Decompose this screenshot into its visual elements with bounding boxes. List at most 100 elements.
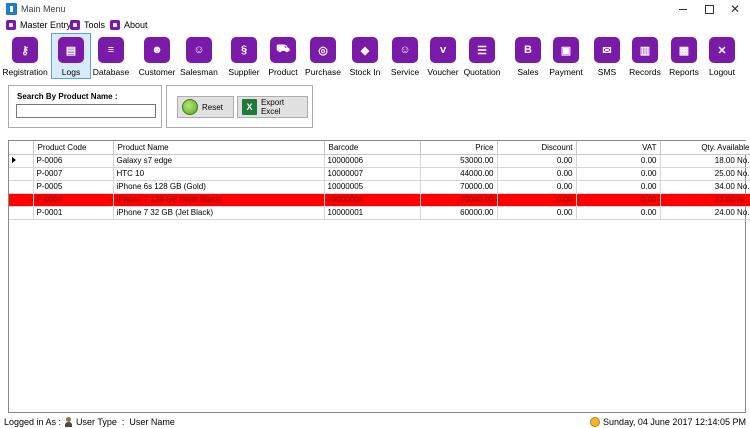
- cell-discount[interactable]: 0.00: [497, 154, 577, 168]
- cell-product-code[interactable]: P-0006: [33, 154, 114, 168]
- toolbar-button-salesman[interactable]: ☺ Salesman: [180, 34, 218, 78]
- cell-barcode[interactable]: 10000006: [324, 154, 421, 168]
- toolbar-button-label: Purchase: [305, 67, 341, 77]
- toolbar-button-customer[interactable]: ☻ Customer: [138, 34, 176, 78]
- cell-barcode[interactable]: 10000004: [324, 193, 421, 207]
- cell-barcode[interactable]: 10000007: [324, 167, 421, 181]
- toolbar-button-payment[interactable]: ▣ Payment: [547, 34, 585, 78]
- column-header-vat[interactable]: VAT: [576, 141, 661, 155]
- logged-in-label: Logged in As :: [4, 417, 62, 427]
- cell-qty-available[interactable]: 18.00 No.: [660, 154, 750, 168]
- row-header[interactable]: [9, 180, 34, 194]
- refresh-icon: [182, 99, 198, 115]
- cell-price[interactable]: 70000.00: [420, 180, 498, 194]
- toolbar-button-quotation[interactable]: ☰ Quotation: [463, 34, 501, 78]
- cell-vat[interactable]: 0.00: [576, 180, 661, 194]
- toolbar-button-supplier[interactable]: § Supplier: [225, 34, 263, 78]
- cell-barcode[interactable]: 10000005: [324, 180, 421, 194]
- cell-qty-available[interactable]: 13.00 No.: [660, 193, 750, 207]
- toolbar-button-label: Records: [629, 67, 661, 77]
- close-window-button[interactable]: ✕: [720, 0, 750, 18]
- column-header-barcode[interactable]: Barcode: [324, 141, 421, 155]
- reset-button[interactable]: Reset: [177, 96, 234, 118]
- toolbar-button-label: SMS: [597, 67, 617, 77]
- column-header-discount[interactable]: Discount: [497, 141, 577, 155]
- row-header[interactable]: [9, 206, 34, 220]
- cell-price[interactable]: 44000.00: [420, 167, 498, 181]
- export-button-label: Export Excel: [260, 98, 285, 116]
- toolbar-button-database[interactable]: ≡ Database: [92, 34, 130, 78]
- cell-product-name[interactable]: iPhone 7 128 GB (Matt Black): [113, 193, 325, 207]
- table-row[interactable]: P-0004 iPhone 7 128 GB (Matt Black) 100000…: [9, 193, 750, 207]
- column-header-product-code[interactable]: Product Code: [33, 141, 114, 155]
- cell-qty-available[interactable]: 34.00 No.: [660, 180, 750, 194]
- toolbar-button-voucher[interactable]: v Voucher: [424, 34, 462, 78]
- smiley-icon: ☺: [392, 37, 418, 63]
- toolbar-button-reports[interactable]: ▦ Reports: [665, 34, 703, 78]
- cell-discount[interactable]: 0.00: [497, 167, 577, 181]
- cell-vat[interactable]: 0.00: [576, 193, 661, 207]
- toolbar-button-product[interactable]: ⛟ Product: [264, 34, 302, 78]
- row-header[interactable]: [9, 193, 34, 207]
- cell-product-code[interactable]: P-0005: [33, 180, 114, 194]
- cell-product-code[interactable]: P-0001: [33, 206, 114, 220]
- cell-product-name[interactable]: iPhone 6s 128 GB (Gold): [113, 180, 325, 194]
- key-icon: ⚷: [12, 37, 38, 63]
- cell-product-name[interactable]: Galaxy s7 edge: [113, 154, 325, 168]
- cell-qty-available[interactable]: 25.00 No.: [660, 167, 750, 181]
- cell-price[interactable]: 60000.00: [420, 206, 498, 220]
- cell-discount[interactable]: 0.00: [497, 193, 577, 207]
- cell-price[interactable]: 53000.00: [420, 154, 498, 168]
- table-row[interactable]: P-0001 iPhone 7 32 GB (Jet Black) 10000001…: [9, 206, 750, 220]
- row-header[interactable]: [9, 154, 34, 168]
- clock-icon: [590, 417, 601, 427]
- toolbar-button-records[interactable]: ▥ Records: [626, 34, 664, 78]
- toolbar-button-service[interactable]: ☺ Service: [386, 34, 424, 78]
- column-header-price[interactable]: Price: [420, 141, 498, 155]
- toolbar-button-logs[interactable]: ▤ Logs: [51, 33, 91, 79]
- toolbar-button-label: Registration: [2, 67, 48, 77]
- toolbar-button-registration[interactable]: ⚷ Registration: [2, 34, 48, 78]
- toolbar-button-label: Payment: [549, 67, 583, 77]
- cell-barcode[interactable]: 10000001: [324, 206, 421, 220]
- voucher-icon: v: [430, 37, 456, 63]
- menu-about[interactable]: About: [110, 20, 148, 30]
- toolbar-button-logout[interactable]: ✕ Logout: [703, 34, 741, 78]
- row-header[interactable]: [9, 167, 34, 181]
- cell-qty-available[interactable]: 24.00 No.: [660, 206, 750, 220]
- excel-icon: X: [242, 99, 257, 115]
- toolbar-button-frame: ⚷ Registration: [2, 34, 48, 78]
- master-entry-icon: [6, 20, 16, 30]
- cell-discount[interactable]: 0.00: [497, 206, 577, 220]
- menu-master-entry[interactable]: Master Entry: [6, 20, 71, 30]
- menu-tools[interactable]: Tools: [70, 20, 105, 30]
- cell-vat[interactable]: 0.00: [576, 167, 661, 181]
- toolbar-button-purchase[interactable]: ◎ Purchase: [304, 34, 342, 78]
- toolbar-button-label: Customer: [138, 67, 176, 77]
- toolbar-button-frame: v Voucher: [424, 34, 462, 78]
- cell-discount[interactable]: 0.00: [497, 180, 577, 194]
- column-header-qty[interactable]: Qty. Available: [660, 141, 750, 155]
- toolbar-button-sms[interactable]: ✉ SMS: [588, 34, 626, 78]
- toolbar-button-sales[interactable]: B Sales: [509, 34, 547, 78]
- action-panel: Reset X Export Excel: [166, 85, 313, 128]
- cell-vat[interactable]: 0.00: [576, 206, 661, 220]
- cell-vat[interactable]: 0.00: [576, 154, 661, 168]
- table-row[interactable]: P-0007 HTC 10 10000007 44000.00 0.00 0.00 25.0…: [9, 167, 750, 181]
- cell-product-name[interactable]: HTC 10: [113, 167, 325, 181]
- cell-product-name[interactable]: iPhone 7 32 GB (Jet Black): [113, 206, 325, 220]
- column-header-product-name[interactable]: Product Name: [113, 141, 325, 155]
- cell-product-code[interactable]: P-0004: [33, 193, 114, 207]
- toolbar-button-stock-in[interactable]: ◆ Stock In: [346, 34, 384, 78]
- cell-price[interactable]: 70000.00: [420, 193, 498, 207]
- search-product-input[interactable]: [16, 104, 156, 118]
- toolbar-button-frame: ▥ Records: [626, 34, 664, 78]
- table-row[interactable]: P-0005 iPhone 6s 128 GB (Gold) 10000005 700…: [9, 180, 750, 194]
- table-row[interactable]: P-0006 Galaxy s7 edge 10000006 53000.00 0.00…: [9, 154, 750, 168]
- cell-product-code[interactable]: P-0007: [33, 167, 114, 181]
- menu-master-entry-label: Master Entry: [20, 20, 72, 30]
- toolbar-button-label: Service: [390, 67, 420, 77]
- export-excel-button[interactable]: X Export Excel: [237, 96, 308, 118]
- cart-icon: ⛟: [270, 37, 296, 63]
- products-grid[interactable]: Product Code Product Name Barcode Price …: [8, 140, 750, 413]
